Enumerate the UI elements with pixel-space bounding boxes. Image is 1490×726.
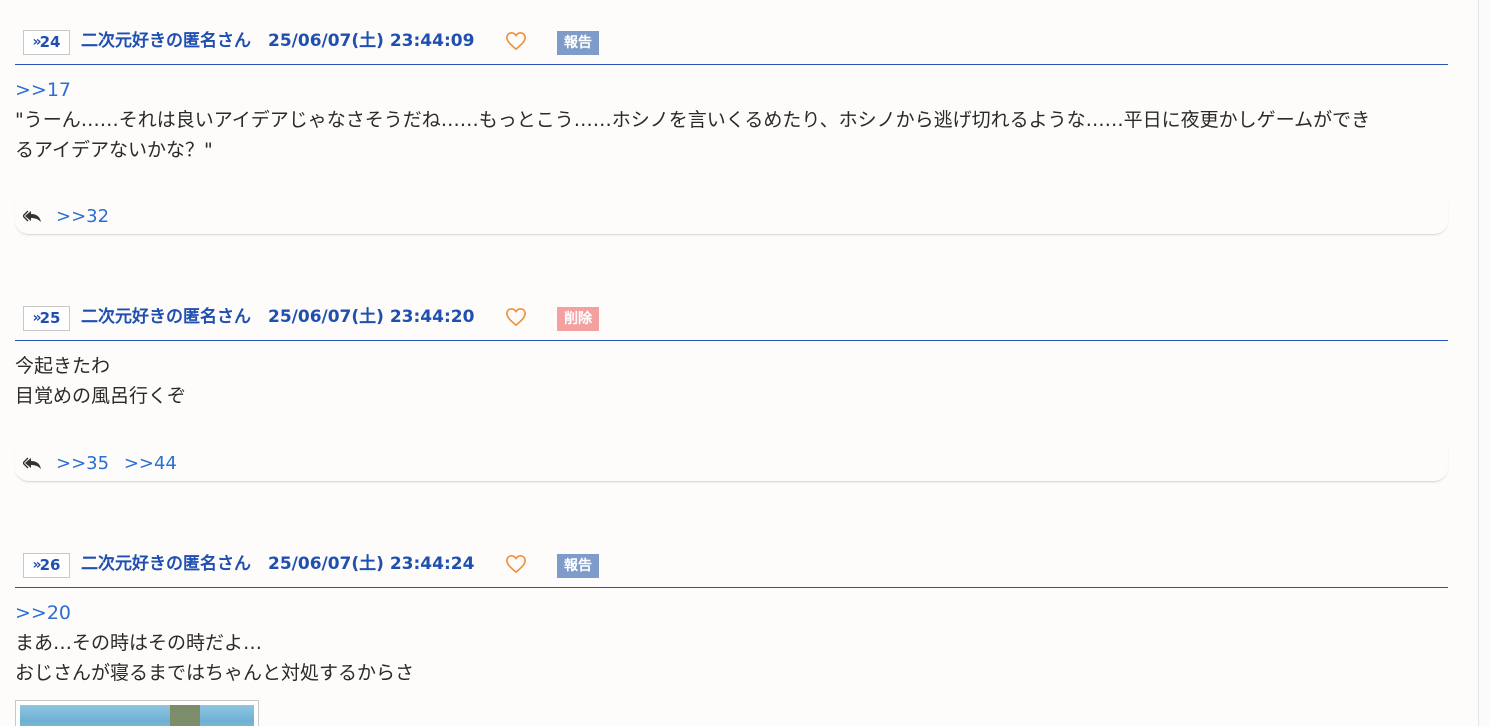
post-26: » 26 二次元好きの匿名さん 25/06/07(土) 23:44:24 報告 … xyxy=(15,551,1448,726)
reply-link[interactable]: >>35 xyxy=(56,453,109,474)
post-header: » 25 二次元好きの匿名さん 25/06/07(土) 23:44:20 削除 xyxy=(15,304,1448,341)
reply-link[interactable]: >>32 xyxy=(56,206,109,227)
double-chevron-icon: » xyxy=(32,557,42,573)
post-text-line: まあ…その時はその時だよ… xyxy=(15,632,263,654)
anchor-link[interactable]: >>17 xyxy=(15,75,1448,105)
double-chevron-icon: » xyxy=(32,310,42,326)
post-number: 25 xyxy=(39,309,61,327)
reply-links: >>35 >>44 xyxy=(56,447,186,481)
post-number: 26 xyxy=(39,556,61,574)
reply-link[interactable]: >>44 xyxy=(124,453,177,474)
double-chevron-icon: » xyxy=(32,34,42,50)
report-button[interactable]: 報告 xyxy=(557,554,599,578)
post-body: >>17 "うーん……それは良いアイデアじゃなさそうだね……もっとこう……ホシノ… xyxy=(15,65,1448,165)
post-date: 25/06/07(土) 23:44:20 xyxy=(268,307,475,327)
delete-button[interactable]: 削除 xyxy=(557,307,599,331)
post-body: 今起きたわ 目覚めの風呂行くぞ xyxy=(15,341,1448,411)
post-header: » 24 二次元好きの匿名さん 25/06/07(土) 23:44:09 報告 xyxy=(15,28,1448,65)
thread-page: » 24 二次元好きの匿名さん 25/06/07(土) 23:44:09 報告 … xyxy=(0,0,1490,726)
thumbnail-image xyxy=(20,705,254,726)
post-number-button[interactable]: » 26 xyxy=(23,553,70,578)
heart-icon[interactable] xyxy=(505,31,527,51)
post-footer: >>32 xyxy=(15,200,1448,235)
scrollbar[interactable] xyxy=(1478,0,1490,726)
post-25: » 25 二次元好きの匿名さん 25/06/07(土) 23:44:20 削除 … xyxy=(15,304,1448,482)
reply-links: >>32 xyxy=(56,200,118,234)
post-text-line: 目覚めの風呂行くぞ xyxy=(15,385,187,407)
post-author: 二次元好きの匿名さん xyxy=(81,554,251,574)
post-date: 25/06/07(土) 23:44:09 xyxy=(268,31,475,51)
reply-icon xyxy=(23,457,41,469)
heart-icon[interactable] xyxy=(505,307,527,327)
post-body: >>20 まあ…その時はその時だよ… おじさんが寝るまではちゃんと対処するからさ xyxy=(15,588,1448,688)
post-text-line: "うーん……それは良いアイデアじゃなさそうだね……もっとこう……ホシノを言いくる… xyxy=(15,109,1371,131)
post-date: 25/06/07(土) 23:44:24 xyxy=(268,554,475,574)
post-text-line: るアイデアないかな？" xyxy=(15,139,213,161)
post-author: 二次元好きの匿名さん xyxy=(81,31,251,51)
report-button[interactable]: 報告 xyxy=(557,31,599,55)
post-author: 二次元好きの匿名さん xyxy=(81,307,251,327)
anchor-link[interactable]: >>20 xyxy=(15,598,1448,628)
post-number-button[interactable]: » 24 xyxy=(23,30,70,55)
post-text-line: 今起きたわ xyxy=(15,355,111,377)
post-footer: >>35 >>44 xyxy=(15,447,1448,482)
post-number-button[interactable]: » 25 xyxy=(23,306,70,331)
post-24: » 24 二次元好きの匿名さん 25/06/07(土) 23:44:09 報告 … xyxy=(15,28,1448,235)
post-header: » 26 二次元好きの匿名さん 25/06/07(土) 23:44:24 報告 xyxy=(15,551,1448,588)
post-text-line: おじさんが寝るまではちゃんと対処するからさ xyxy=(15,662,415,684)
image-thumbnail[interactable] xyxy=(15,700,259,726)
heart-icon[interactable] xyxy=(505,554,527,574)
reply-icon xyxy=(23,210,41,222)
post-number: 24 xyxy=(39,33,61,51)
